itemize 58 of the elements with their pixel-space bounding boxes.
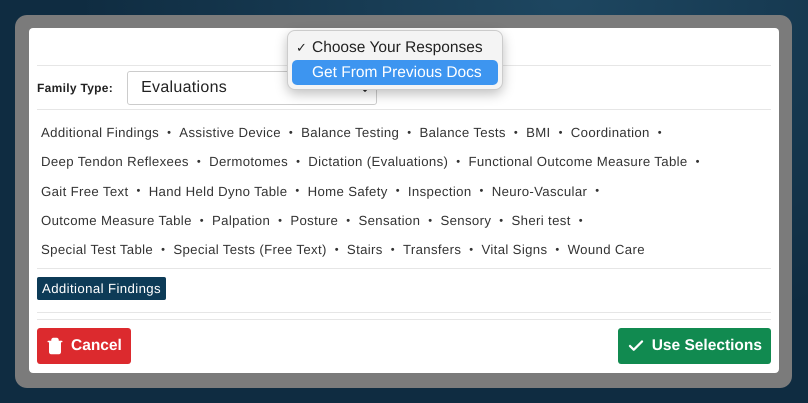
bullet-separator: • — [696, 156, 700, 168]
response-item-link[interactable]: Dictation (Evaluations) — [308, 154, 448, 170]
response-item-link[interactable]: Sensory — [440, 213, 492, 228]
menu-option[interactable]: ✓ Choose Your Responses — [292, 35, 498, 60]
bullet-separator: • — [346, 214, 350, 227]
response-item-link[interactable]: BMI — [526, 125, 551, 140]
bullet-separator: • — [480, 185, 484, 198]
bullet-separator: • — [555, 244, 560, 256]
bullet-separator: • — [558, 126, 563, 139]
response-item-link[interactable]: Balance Testing — [301, 125, 400, 140]
bullet-separator: • — [334, 244, 339, 256]
bullet-separator: • — [658, 126, 662, 139]
bullet-separator: • — [428, 214, 432, 227]
bullet-separator: • — [200, 214, 204, 227]
response-item-link[interactable]: Vital Signs — [482, 242, 548, 258]
bullet-separator: • — [578, 214, 583, 227]
response-item-link[interactable]: Palpation — [212, 213, 270, 228]
selected-item-tag[interactable]: Additional Findings — [37, 277, 166, 300]
response-item-link[interactable]: Coordination — [570, 125, 650, 140]
bullet-separator: • — [469, 244, 474, 256]
response-item-link[interactable]: Transfers — [402, 242, 462, 258]
bullet-separator: • — [514, 126, 518, 139]
bullet-separator: • — [396, 185, 400, 198]
bullet-separator: • — [161, 244, 166, 256]
cancel-button[interactable]: Cancel — [37, 328, 131, 364]
response-item-link[interactable]: Hand Held Dyno Table — [148, 184, 288, 199]
bullet-separator: • — [288, 126, 294, 139]
bullet-separator: • — [407, 126, 412, 139]
bullet-separator: • — [390, 244, 395, 256]
response-item-link[interactable]: Outcome Measure Table — [41, 213, 192, 228]
bullet-separator: • — [595, 185, 600, 198]
bullet-separator: • — [167, 126, 172, 139]
response-item-link[interactable]: Additional Findings — [41, 125, 160, 140]
bullet-separator: • — [499, 214, 504, 227]
response-item-link[interactable]: Dermotomes — [209, 154, 288, 170]
bullet-separator: • — [296, 156, 300, 168]
response-item-link[interactable]: Special Test Table — [41, 242, 154, 258]
response-item-link[interactable]: Special Tests (Free Text) — [173, 242, 327, 258]
family-type-label: Family Type: — [37, 80, 114, 94]
response-item-link[interactable]: Home Safety — [308, 184, 388, 199]
response-item-link[interactable]: Assistive Device — [179, 125, 281, 140]
response-item-link[interactable]: Balance Tests — [419, 125, 506, 140]
bullet-separator: • — [278, 214, 282, 227]
bullet-separator: • — [196, 156, 202, 168]
bullet-separator: • — [136, 185, 141, 198]
response-item-link[interactable]: Posture — [290, 213, 338, 228]
response-item-link[interactable]: Stairs — [346, 242, 383, 258]
bullet-separator: • — [456, 156, 460, 168]
response-item-link[interactable]: Functional Outcome Measure Table — [468, 154, 688, 170]
response-item-link[interactable]: Neuro-Vascular — [492, 184, 588, 199]
response-item-link[interactable]: Wound Care — [568, 242, 645, 258]
bullet-separator: • — [295, 185, 300, 198]
response-item-link[interactable]: Sheri test — [512, 213, 571, 228]
response-item-link[interactable]: Gait Free Text — [41, 184, 128, 199]
response-item-link[interactable]: Sensation — [358, 213, 420, 228]
response-item-link[interactable]: Deep Tendon Reflexees — [41, 154, 189, 170]
response-item-link[interactable]: Inspection — [408, 184, 472, 199]
use-selections-button[interactable]: Use Selections — [618, 328, 771, 364]
